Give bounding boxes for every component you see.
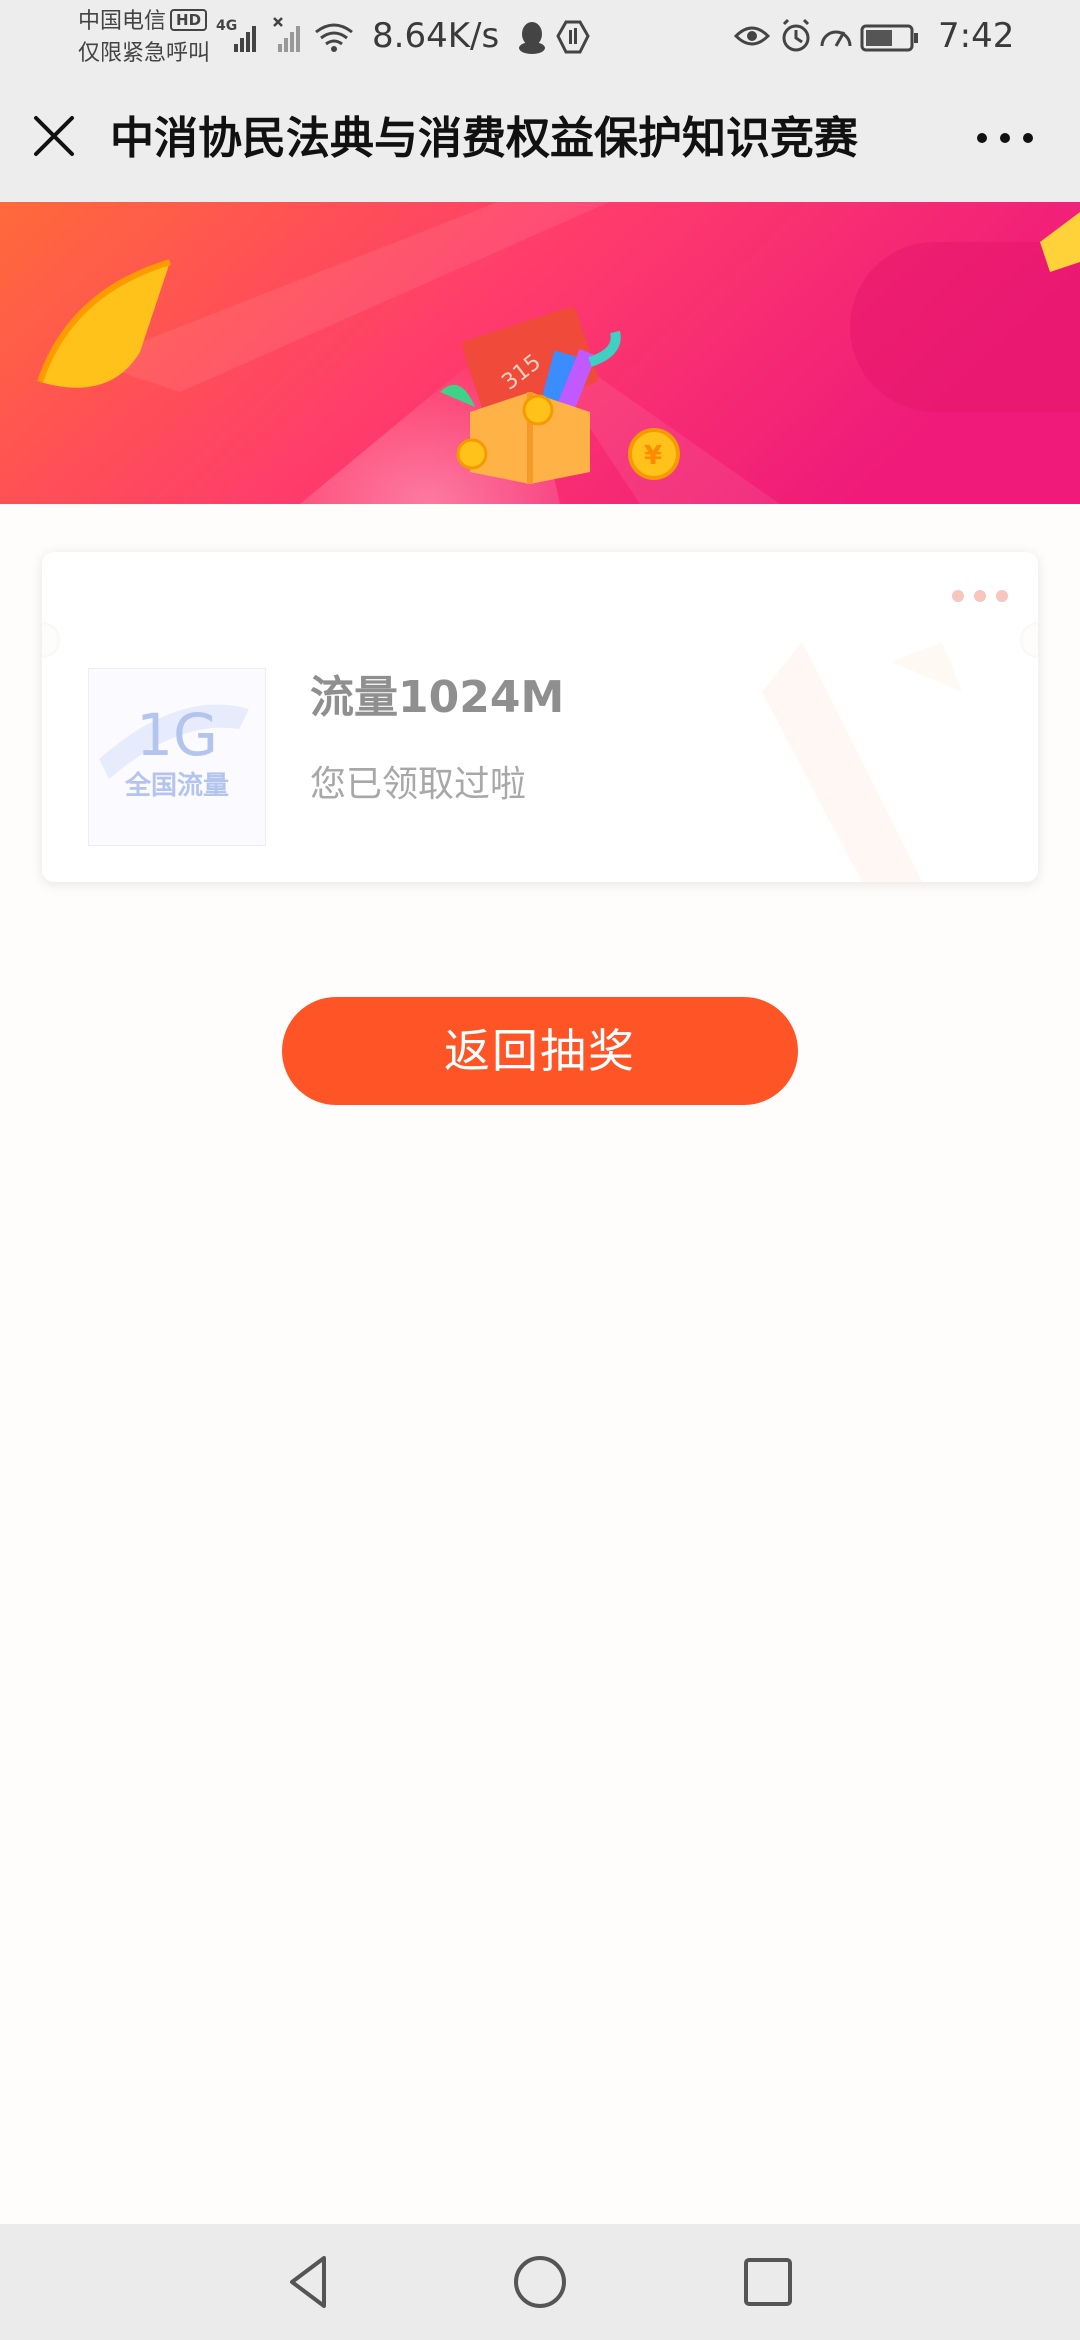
hd-badge: HD: [170, 9, 208, 31]
svg-text:¥: ¥: [644, 441, 662, 471]
carrier-status: 仅限紧急呼叫: [78, 41, 211, 66]
ticket-notch-left: [42, 622, 60, 658]
battery-icon: [860, 24, 918, 52]
title-bar: 中消协民法典与消费权益保护知识竞赛: [0, 78, 1080, 202]
thumbnail-size-label: 1G: [136, 701, 218, 769]
qq-icon: [519, 22, 545, 54]
net-speed: 8.64K/s: [372, 16, 500, 56]
carrier-name: 中国电信: [78, 9, 167, 34]
dots-icon: [952, 590, 1008, 602]
prize-banner: 315 ¥: [0, 202, 1080, 504]
wifi-icon: [315, 23, 353, 52]
screen: 中国电信 HD 仅限紧急呼叫 4G 8.64K/s 7:42 中消协民法典与消费…: [0, 0, 1080, 2340]
signal-icon: [234, 26, 256, 52]
hand-icon: [556, 20, 590, 54]
home-icon[interactable]: [508, 2250, 572, 2314]
clock: 7:42: [938, 16, 1015, 56]
network-type-label: 4G: [216, 18, 237, 34]
system-icons: [734, 18, 918, 52]
navigation-bar: [0, 2224, 1080, 2340]
eye-icon: [734, 26, 771, 46]
status-bar: 中国电信 HD 仅限紧急呼叫 4G 8.64K/s 7:42: [0, 0, 1080, 78]
more-icon[interactable]: [972, 110, 1038, 166]
prize-name: 流量1024M: [310, 672, 565, 723]
speed-gauge-icon: [820, 30, 852, 47]
card-watermark: [762, 642, 962, 882]
notification-icons: [519, 20, 590, 54]
return-to-lottery-button[interactable]: 返回抽奖: [282, 997, 798, 1105]
prize-thumbnail: 1G 全国流量: [88, 668, 266, 846]
alarm-icon: [782, 18, 810, 52]
signal-group: 4G: [216, 17, 353, 52]
thumbnail-caption: 全国流量: [124, 771, 229, 801]
no-signal-icon: [273, 17, 300, 52]
back-icon[interactable]: [278, 2250, 342, 2314]
close-icon[interactable]: [26, 108, 82, 164]
page-title: 中消协民法典与消费权益保护知识竞赛: [110, 113, 858, 164]
prize-card: 1G 全国流量 流量1024M 您已领取过啦: [42, 552, 1038, 882]
prize-status: 您已领取过啦: [310, 764, 527, 805]
carrier-info: 中国电信 HD 仅限紧急呼叫: [78, 6, 210, 70]
recent-apps-icon[interactable]: [736, 2250, 800, 2314]
ticket-notch-right: [1020, 622, 1038, 658]
